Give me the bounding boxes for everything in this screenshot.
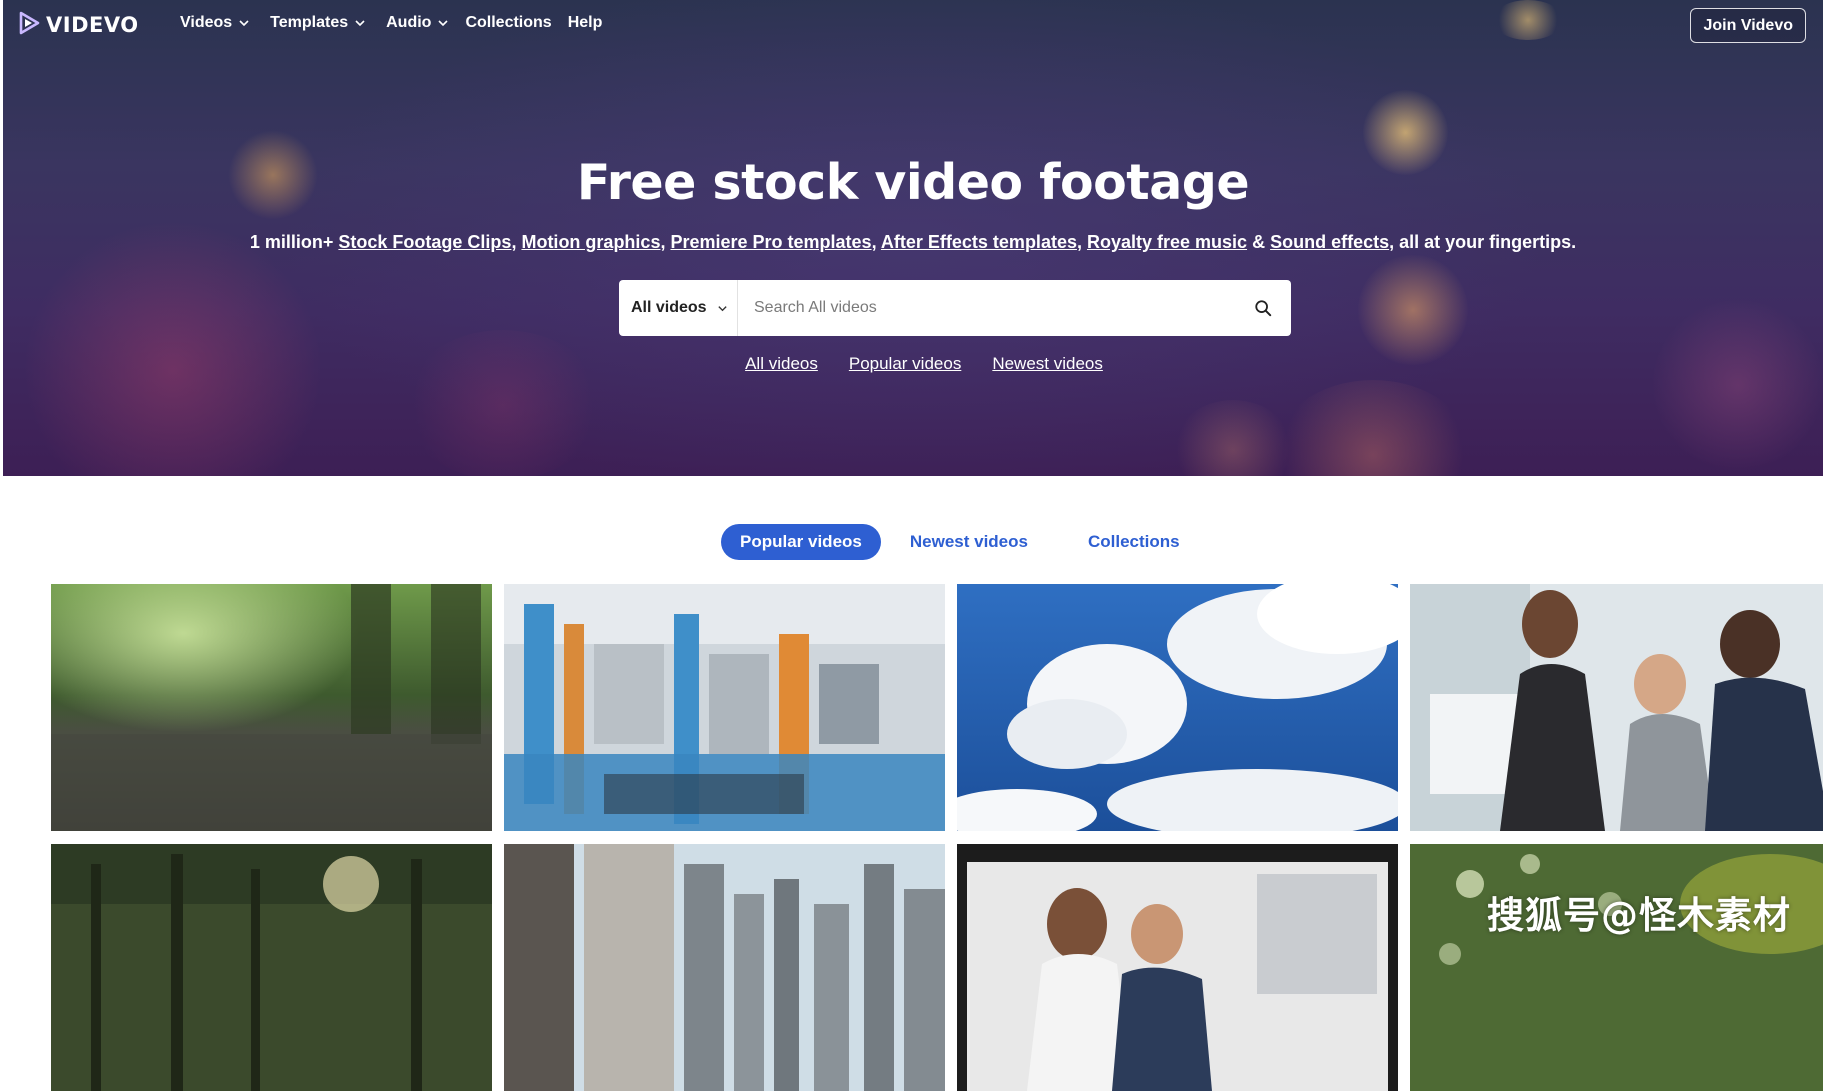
quick-link-newest-videos[interactable]: Newest videos bbox=[992, 354, 1103, 374]
separator: , bbox=[660, 232, 671, 252]
nav-item-templates[interactable]: Templates bbox=[270, 14, 366, 32]
search-button[interactable] bbox=[1235, 280, 1291, 336]
nav-item-help[interactable]: Help bbox=[568, 14, 603, 32]
video-thumbnail-image bbox=[957, 844, 1398, 1091]
bokeh-light bbox=[1173, 400, 1293, 476]
video-thumbnail[interactable] bbox=[504, 844, 945, 1091]
tab-collections[interactable]: Collections bbox=[1069, 524, 1199, 560]
tab-popular-videos[interactable]: Popular videos bbox=[721, 524, 881, 560]
bokeh-light bbox=[1358, 255, 1468, 365]
link-after-effects-templates[interactable]: After Effects templates bbox=[881, 232, 1077, 252]
quick-link-all-videos[interactable]: All videos bbox=[745, 354, 818, 374]
quick-link-popular-videos[interactable]: Popular videos bbox=[849, 354, 961, 374]
video-thumbnail[interactable] bbox=[957, 844, 1398, 1091]
bokeh-light bbox=[403, 330, 603, 476]
video-thumbnail-image bbox=[504, 584, 945, 831]
search-icon bbox=[1255, 300, 1272, 317]
hero-subtitle: 1 million+ Stock Footage Clips, Motion g… bbox=[3, 232, 1823, 253]
link-royalty-free-music[interactable]: Royalty free music bbox=[1087, 232, 1247, 252]
search-category-select[interactable]: All videos bbox=[619, 280, 738, 336]
nav-item-collections[interactable]: Collections bbox=[465, 14, 551, 32]
nav-item-label: Help bbox=[567, 14, 603, 31]
separator: , bbox=[1076, 232, 1087, 252]
bokeh-light bbox=[1653, 300, 1823, 470]
main-nav: Videos Templates Audio Collections Help bbox=[180, 14, 602, 32]
video-thumbnail-image bbox=[1410, 844, 1823, 1091]
video-thumbnail[interactable] bbox=[504, 584, 945, 831]
video-thumbnail-image bbox=[957, 584, 1398, 831]
nav-item-videos[interactable]: Videos bbox=[180, 14, 250, 32]
site-logo[interactable]: VIDEVO bbox=[18, 11, 139, 40]
video-tabs: Popular videos Newest videos Collections bbox=[721, 524, 1199, 560]
chevron-down-icon bbox=[355, 20, 365, 27]
subtitle-prefix: 1 million+ bbox=[249, 232, 339, 252]
join-button[interactable]: Join Videvo bbox=[1690, 8, 1806, 43]
play-triangle-icon bbox=[18, 11, 40, 40]
subtitle-suffix: , all at your fingertips. bbox=[1389, 232, 1577, 252]
video-thumbnail-image bbox=[504, 844, 945, 1091]
page-title: Free stock video footage bbox=[576, 154, 1250, 211]
chevron-down-icon bbox=[438, 20, 449, 27]
nav-item-audio[interactable]: Audio bbox=[386, 14, 449, 32]
hero-banner: VIDEVO Videos Templates Audio Collection… bbox=[3, 0, 1823, 476]
link-motion-graphics[interactable]: Motion graphics bbox=[521, 232, 660, 252]
bokeh-light bbox=[1273, 380, 1473, 476]
top-navigation-bar: VIDEVO Videos Templates Audio Collection… bbox=[3, 0, 1823, 50]
video-thumbnail-image bbox=[51, 584, 492, 831]
ampersand: & bbox=[1247, 232, 1271, 252]
link-premiere-templates[interactable]: Premiere Pro templates bbox=[670, 232, 871, 252]
video-thumbnail[interactable] bbox=[1410, 844, 1823, 1091]
search-category-label: All videos bbox=[631, 299, 707, 316]
separator: , bbox=[511, 232, 522, 252]
search-input[interactable] bbox=[738, 280, 1235, 336]
separator: , bbox=[871, 232, 881, 252]
video-thumbnail-image bbox=[1410, 584, 1823, 831]
video-thumbnail[interactable] bbox=[51, 584, 492, 831]
brand-name: VIDEVO bbox=[46, 13, 139, 37]
watermark-text: 搜狐号@怪木素材 bbox=[1487, 894, 1791, 937]
tab-newest-videos[interactable]: Newest videos bbox=[891, 524, 1047, 560]
chevron-down-icon bbox=[717, 305, 727, 311]
nav-item-label: Videos bbox=[180, 14, 233, 31]
video-thumbnail[interactable] bbox=[957, 584, 1398, 831]
search-bar: All videos bbox=[619, 280, 1291, 336]
video-thumbnail[interactable] bbox=[1410, 584, 1823, 831]
bokeh-light bbox=[23, 220, 323, 476]
link-sound-effects[interactable]: Sound effects bbox=[1270, 232, 1389, 252]
nav-item-label: Templates bbox=[270, 14, 349, 31]
link-stock-footage[interactable]: Stock Footage Clips bbox=[338, 232, 511, 252]
video-thumbnail-image bbox=[51, 844, 492, 1091]
nav-item-label: Audio bbox=[386, 14, 432, 31]
quick-links: All videos Popular videos Newest videos bbox=[3, 354, 1823, 374]
chevron-down-icon bbox=[239, 20, 249, 27]
nav-item-label: Collections bbox=[465, 14, 552, 31]
video-thumbnail[interactable] bbox=[51, 844, 492, 1091]
